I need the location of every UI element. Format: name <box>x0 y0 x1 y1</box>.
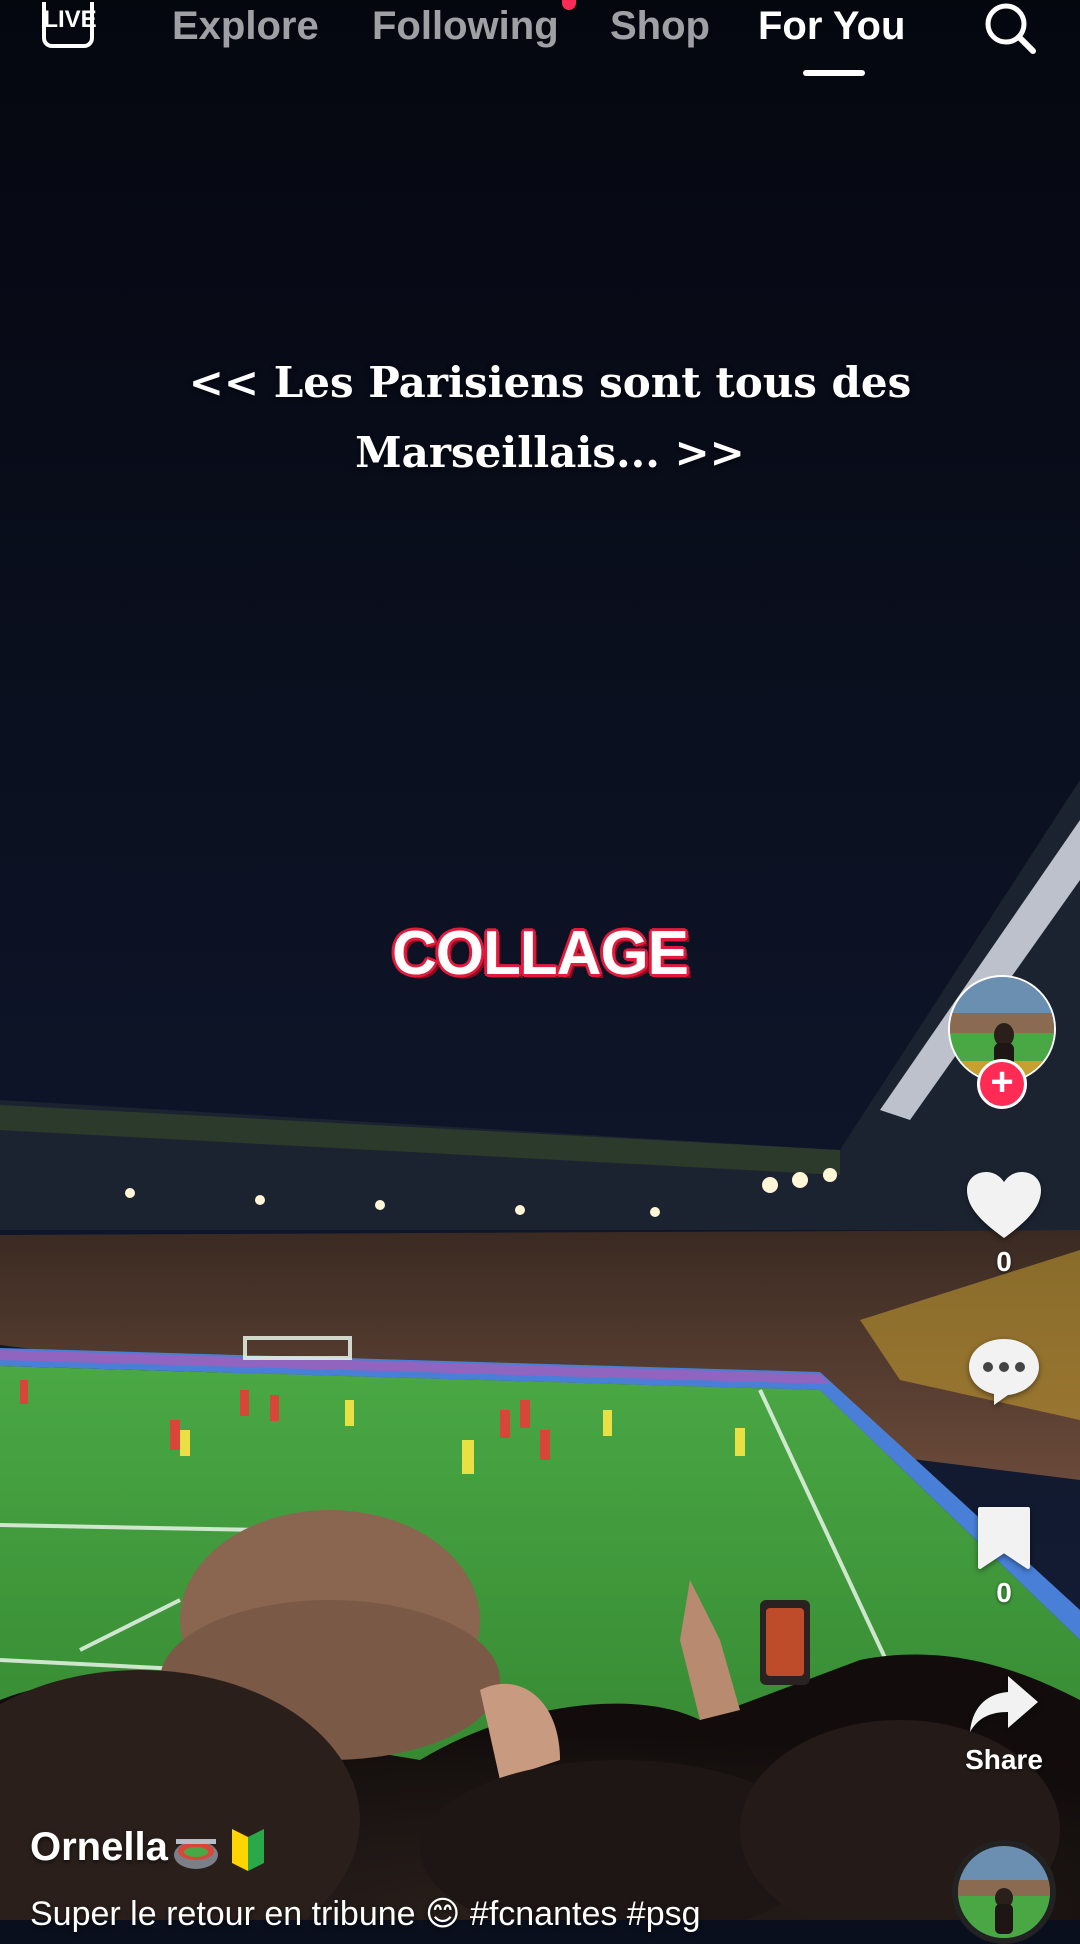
share-arrow-icon <box>970 1676 1038 1732</box>
like-button[interactable]: 0 <box>952 1170 1056 1278</box>
creator-avatar-group[interactable]: + <box>948 975 1058 1109</box>
following-notification-dot <box>562 0 576 10</box>
like-count: 0 <box>996 1246 1012 1277</box>
stadium-icon <box>172 1825 220 1873</box>
comment-button[interactable] <box>952 1335 1056 1415</box>
search-icon <box>985 3 1036 54</box>
username[interactable]: Ornella <box>30 1825 272 1873</box>
share-label: Share <box>965 1744 1043 1775</box>
heart-icon <box>967 1172 1041 1238</box>
tab-explore[interactable]: Explore <box>172 0 319 52</box>
save-button[interactable]: 0 <box>952 1505 1056 1609</box>
music-disc[interactable] <box>952 1840 1056 1944</box>
live-button[interactable]: LIVE <box>38 0 102 60</box>
overlay-line-2: Marseillais... >> <box>355 428 745 477</box>
overlay-line-1: << Les Parisiens sont tous des <box>188 358 912 407</box>
video-text-overlay: << Les Parisiens sont tous des Marseilla… <box>150 348 950 488</box>
music-disc-image <box>958 1846 1050 1938</box>
username-text: Ornella <box>30 1825 168 1869</box>
post-caption[interactable]: Super le retour en tribune 😊 #fcnantes #… <box>30 1894 701 1934</box>
collage-sticker: COLLAGE <box>391 919 689 988</box>
follow-plus-button[interactable]: + <box>977 1059 1027 1109</box>
live-label: LIVE <box>43 6 97 33</box>
bookmark-icon <box>978 1507 1030 1569</box>
tab-following[interactable]: Following <box>372 0 559 52</box>
tab-shop[interactable]: Shop <box>610 0 710 52</box>
tab-for-you[interactable]: For You <box>758 0 905 52</box>
active-tab-indicator <box>803 70 865 76</box>
share-button[interactable]: Share <box>952 1672 1056 1776</box>
comment-icon <box>969 1339 1039 1405</box>
top-navigation: LIVE Explore Following Shop For You <box>0 0 1080 90</box>
beginner-symbol-icon <box>224 1825 272 1873</box>
search-button[interactable] <box>980 0 1040 58</box>
save-count: 0 <box>996 1577 1012 1608</box>
